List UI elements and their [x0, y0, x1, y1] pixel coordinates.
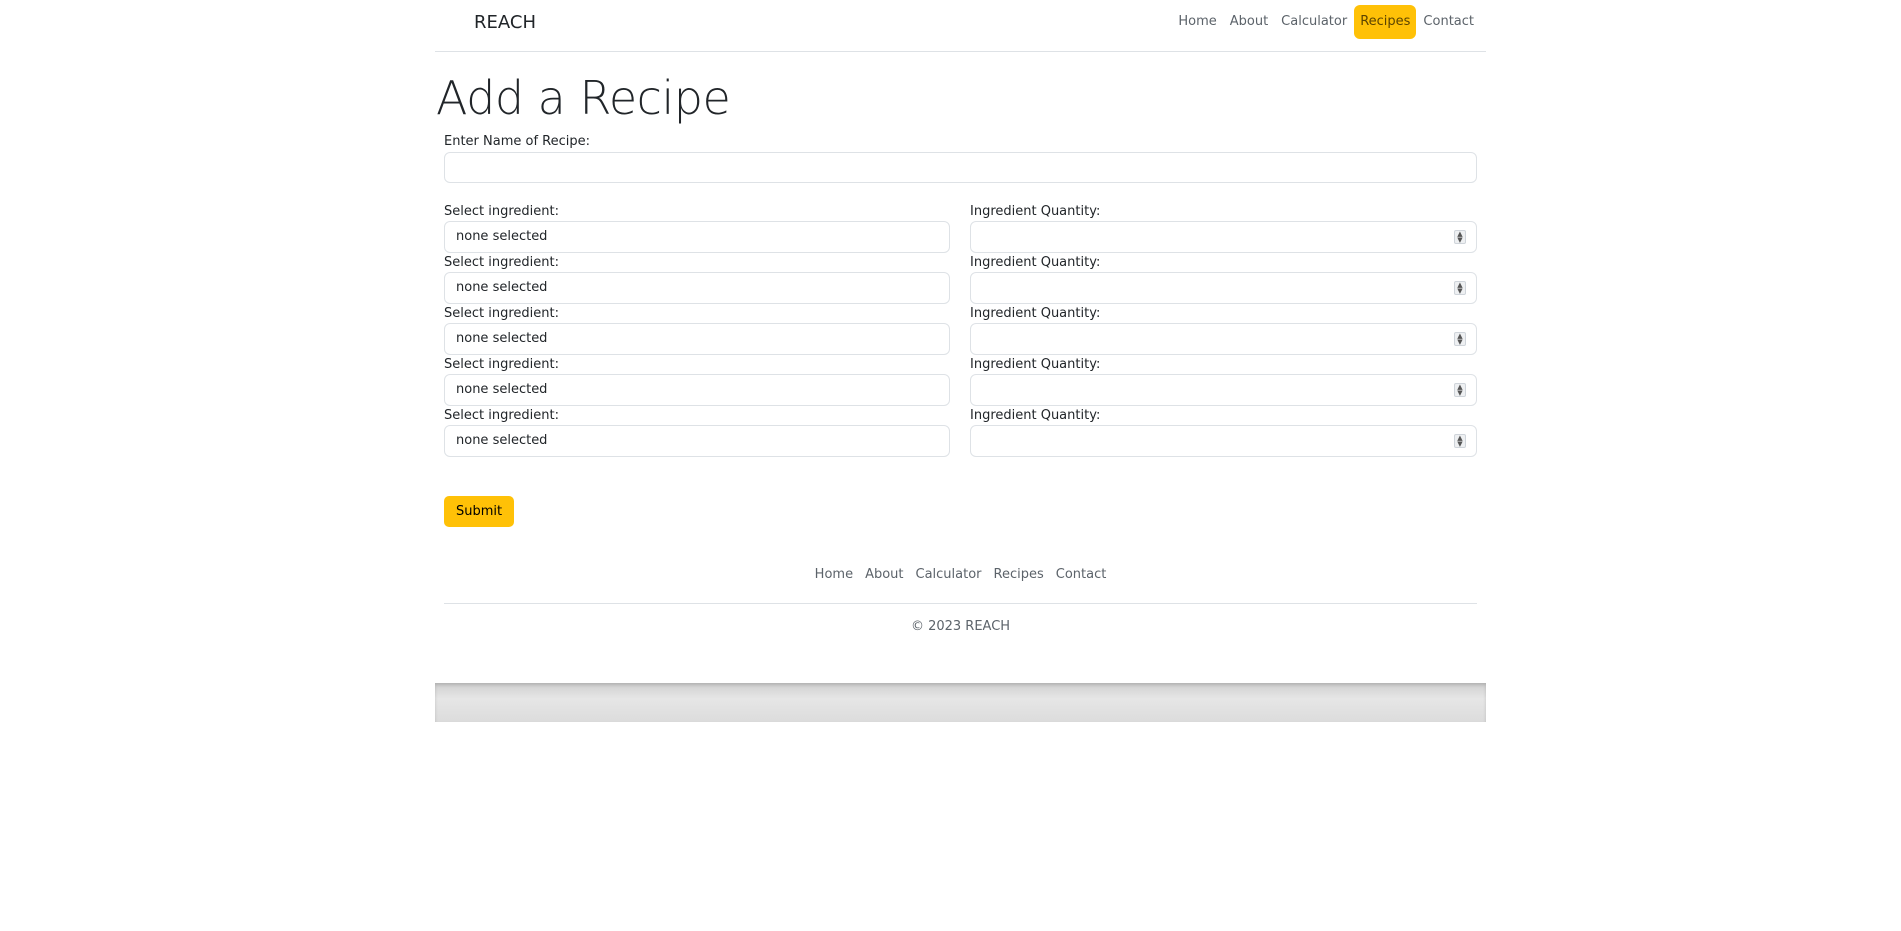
ingredient-select[interactable]: none selected	[444, 425, 950, 457]
quantity-spinner-icon[interactable]: ▲ ▼	[1454, 281, 1466, 295]
ingredient-select-label: Select ingredient:	[444, 255, 559, 270]
ingredient-row: Select ingredient: none selected Ingredi…	[444, 306, 1477, 357]
ingredient-row: Select ingredient: none selected Ingredi…	[444, 408, 1477, 459]
footer-home-link[interactable]: Home	[809, 567, 859, 585]
ingredient-quantity-input[interactable]: ▲ ▼	[970, 425, 1477, 457]
footer-contact-link[interactable]: Contact	[1050, 567, 1113, 585]
footer-about-link[interactable]: About	[859, 567, 909, 585]
recipe-name-input[interactable]	[444, 152, 1477, 183]
page: REACH Home About Calculator Recipes Cont…	[0, 0, 1901, 931]
recipe-name-label: Enter Name of Recipe:	[444, 134, 591, 149]
ingredients-grid: Select ingredient: none selected Ingredi…	[444, 204, 1477, 459]
ingredient-select-label: Select ingredient:	[444, 408, 559, 423]
footer-divider	[444, 603, 1477, 604]
quantity-spinner-icon[interactable]: ▲ ▼	[1454, 230, 1466, 244]
add-recipe-form: Enter Name of Recipe: Select ingredient:…	[444, 134, 1477, 527]
main-nav: Home About Calculator Recipes Contact	[1171, 5, 1480, 39]
ingredient-select[interactable]: none selected	[444, 374, 950, 406]
quantity-spinner-icon[interactable]: ▲ ▼	[1454, 434, 1466, 448]
nav-about-link[interactable]: About	[1224, 5, 1274, 39]
ingredient-row: Select ingredient: none selected Ingredi…	[444, 204, 1477, 255]
ingredient-select-label: Select ingredient:	[444, 204, 559, 219]
ingredient-quantity-label: Ingredient Quantity:	[970, 357, 1101, 372]
footer-recipes-link[interactable]: Recipes	[988, 567, 1050, 585]
ingredient-select[interactable]: none selected	[444, 323, 950, 355]
bottom-bar	[435, 683, 1486, 722]
site-header: REACH Home About Calculator Recipes Cont…	[435, 0, 1486, 52]
ingredient-select-label: Select ingredient:	[444, 357, 559, 372]
quantity-spinner-icon[interactable]: ▲ ▼	[1454, 332, 1466, 346]
ingredient-quantity-label: Ingredient Quantity:	[970, 306, 1101, 321]
quantity-spinner-icon[interactable]: ▲ ▼	[1454, 383, 1466, 397]
nav-recipes-link[interactable]: Recipes	[1354, 5, 1417, 39]
ingredient-quantity-input[interactable]: ▲ ▼	[970, 221, 1477, 253]
ingredient-select[interactable]: none selected	[444, 272, 950, 304]
footer-calculator-link[interactable]: Calculator	[910, 567, 988, 585]
ingredient-select-label: Select ingredient:	[444, 306, 559, 321]
ingredient-row: Select ingredient: none selected Ingredi…	[444, 255, 1477, 306]
nav-home-link[interactable]: Home	[1172, 5, 1222, 39]
copyright-text: © 2023 REACH	[910, 619, 1011, 634]
ingredient-quantity-label: Ingredient Quantity:	[970, 255, 1101, 270]
submit-button[interactable]: Submit	[444, 496, 515, 527]
ingredient-quantity-input[interactable]: ▲ ▼	[970, 272, 1477, 304]
page-title: Add a Recipe	[436, 71, 731, 125]
brand-logo-link[interactable]: REACH	[474, 12, 536, 33]
nav-calculator-link[interactable]: Calculator	[1275, 5, 1353, 39]
footer-nav: Home About Calculator Recipes Contact	[444, 567, 1477, 585]
ingredient-quantity-input[interactable]: ▲ ▼	[970, 323, 1477, 355]
main-container: REACH Home About Calculator Recipes Cont…	[435, 0, 1486, 722]
ingredient-quantity-label: Ingredient Quantity:	[970, 408, 1101, 423]
ingredient-select[interactable]: none selected	[444, 221, 950, 253]
ingredient-quantity-input[interactable]: ▲ ▼	[970, 374, 1477, 406]
site-footer: Home About Calculator Recipes Contact © …	[444, 567, 1477, 634]
ingredient-row: Select ingredient: none selected Ingredi…	[444, 357, 1477, 408]
ingredient-quantity-label: Ingredient Quantity:	[970, 204, 1101, 219]
nav-contact-link[interactable]: Contact	[1417, 5, 1480, 39]
